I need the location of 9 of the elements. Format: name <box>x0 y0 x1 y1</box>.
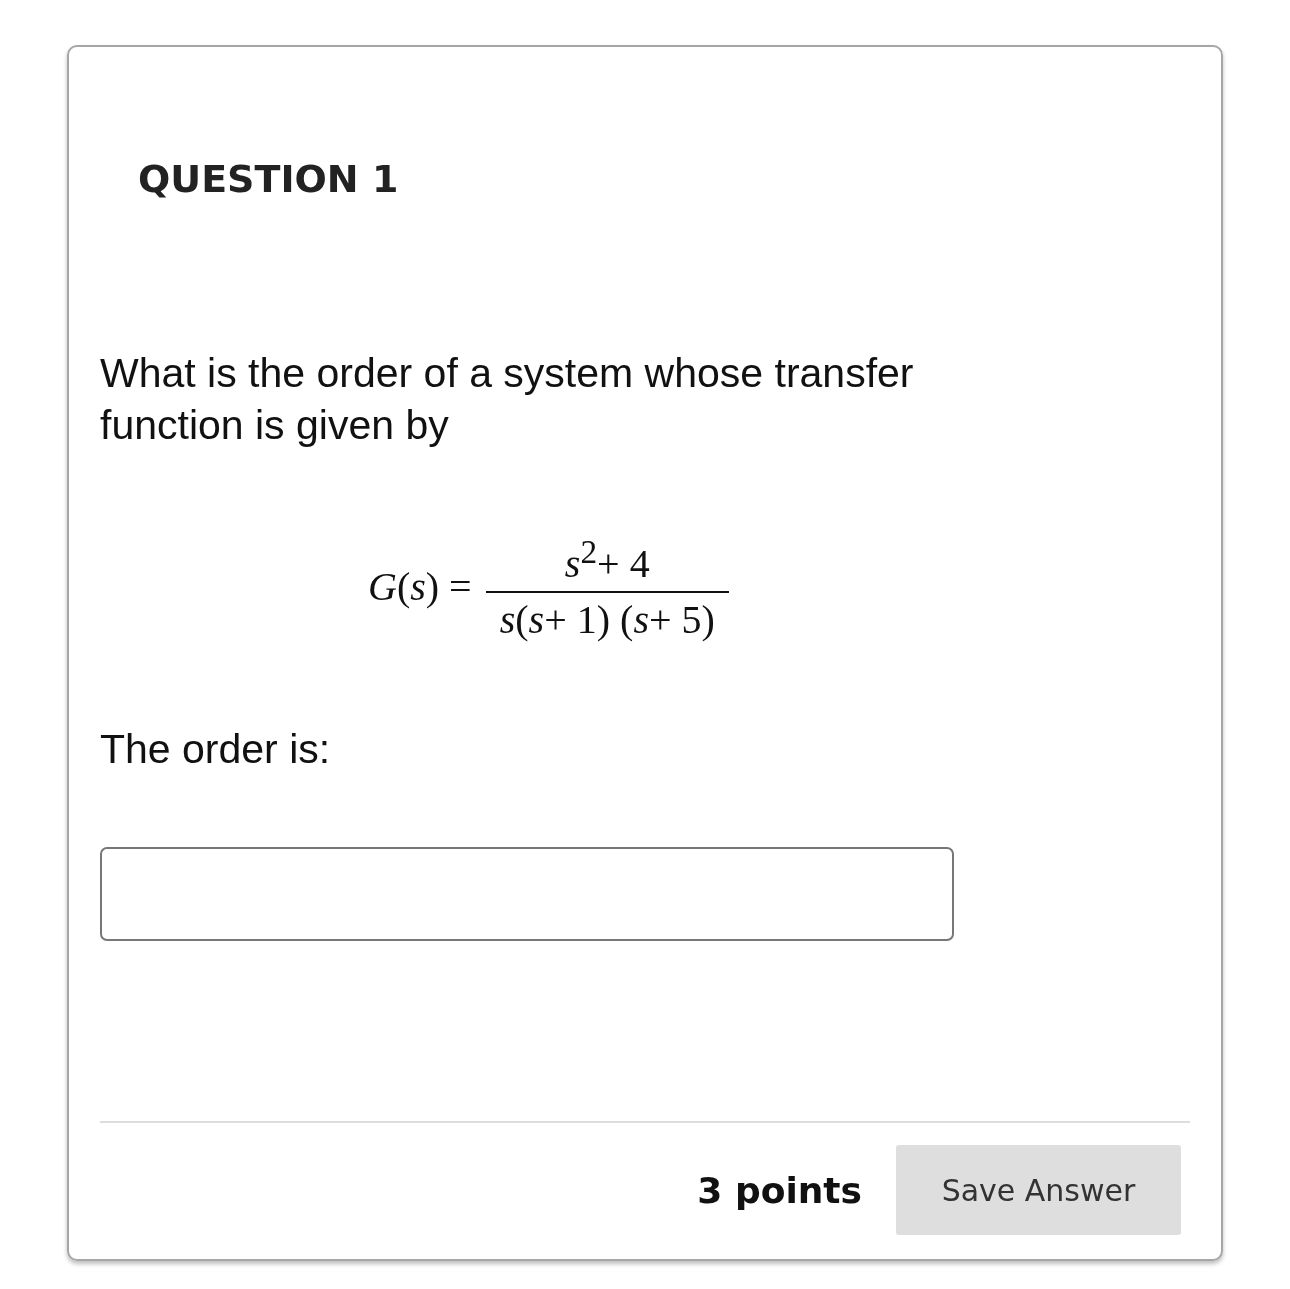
question-text: What is the order of a system whose transfer function is given by <box>100 349 915 450</box>
save-answer-button[interactable]: Save Answer <box>896 1145 1181 1235</box>
question-title: QUESTION 1 <box>138 156 400 203</box>
formula-numerator: s$^{2}$+ 4 <box>564 532 650 589</box>
formula-denominator: s(s+ 1) (s+ 5) <box>485 591 729 644</box>
answer-field[interactable] <box>100 847 954 942</box>
answer-label: The order is: <box>100 725 332 775</box>
points-label: 3 points <box>697 1169 862 1211</box>
formula-lhs: G(s) = <box>368 562 472 610</box>
